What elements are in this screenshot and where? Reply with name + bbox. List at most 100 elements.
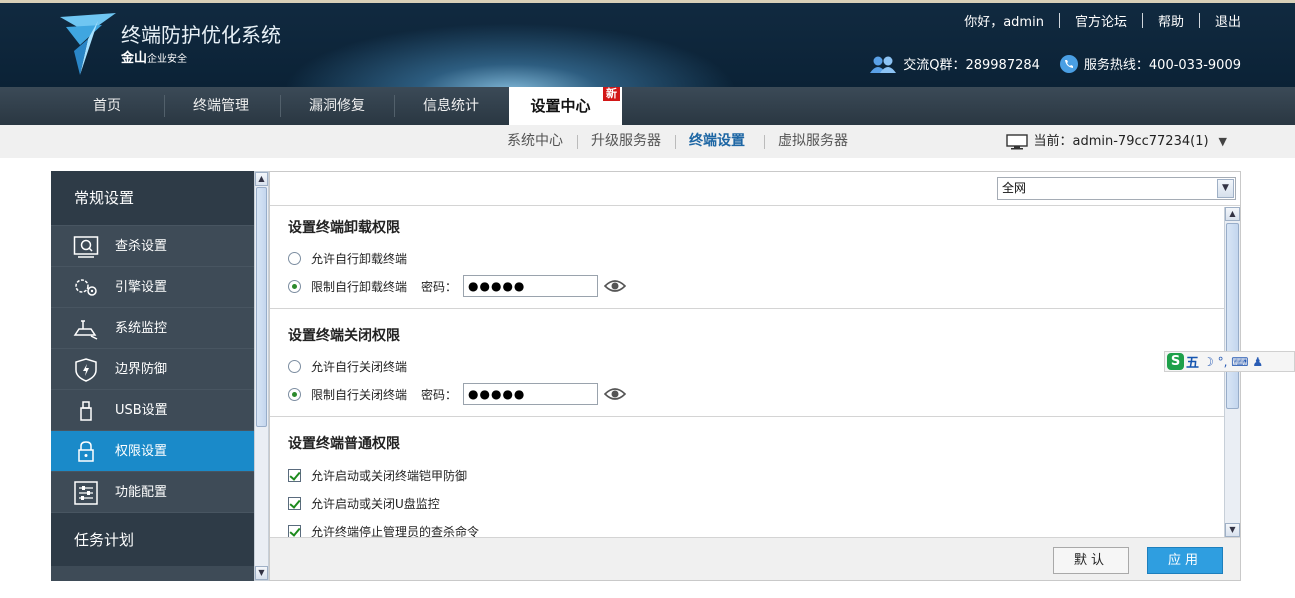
scroll-thumb[interactable]: [256, 187, 267, 427]
restrict-shutdown-option[interactable]: 限制自行关闭终端 密码： ●●●●●: [288, 383, 627, 405]
sliders-icon: [74, 481, 98, 505]
lock-icon: [78, 441, 94, 462]
uninstall-permission-section: 设置终端卸载权限 允许自行卸载终端 限制自行卸载终端 密码： ●●●●●: [270, 207, 1224, 309]
sidebar-item-boundary-defense[interactable]: 边界防御: [51, 348, 254, 389]
sidebar-item-engine[interactable]: 引擎设置: [51, 266, 254, 307]
main-nav: 首页 终端管理 漏洞修复 信息统计 设置中心 新: [0, 87, 1295, 125]
shutdown-permission-section: 设置终端关闭权限 允许自行关闭终端 限制自行关闭终端 密码： ●●●●●: [270, 309, 1224, 417]
sidebar-item-label: 引擎设置: [115, 280, 168, 295]
divider: [764, 135, 765, 149]
ime-toolbar[interactable]: S 五 ☽ °, ⌨ ♟: [1164, 351, 1295, 372]
ime-mode[interactable]: 五: [1186, 352, 1199, 371]
settings-content: 全网 ▼ 设置终端卸载权限 允许自行卸载终端 限制自行卸载终端 密码： ●●●●…: [269, 171, 1241, 581]
engine-icon: [75, 279, 97, 296]
hotline: 服务热线：400-033-9009: [1083, 58, 1241, 73]
sidebar-item-system-monitor[interactable]: 系统监控: [51, 307, 254, 348]
divider: [394, 95, 395, 117]
scroll-thumb[interactable]: [1226, 223, 1239, 409]
sidebar-group-general[interactable]: 常规设置: [51, 171, 254, 225]
scan-icon: [73, 236, 99, 258]
checkbox[interactable]: [288, 496, 301, 510]
allow-uninstall-radio[interactable]: [288, 251, 301, 265]
help-link[interactable]: 帮助: [1158, 11, 1184, 30]
app-header: 终端防护优化系统 金山企业安全 你好，admin 官方论坛 帮助 退出 交流Q群…: [0, 0, 1295, 87]
restrict-shutdown-radio[interactable]: [288, 387, 301, 401]
qq-group: 交流Q群：289987284: [903, 58, 1040, 73]
general-option[interactable]: 允许启动或关闭终端铠甲防御: [288, 465, 467, 485]
password-label: 密码：: [421, 387, 458, 402]
sidebar-item-label: 边界防御: [115, 362, 168, 377]
sidebar-group-tasks[interactable]: 任务计划: [51, 512, 254, 566]
scope-value: 全网: [1002, 181, 1027, 195]
checkbox[interactable]: [288, 468, 301, 482]
tab-statistics[interactable]: 信息统计: [396, 87, 506, 125]
default-button[interactable]: 默认: [1053, 547, 1129, 574]
option-label: 限制自行卸载终端: [311, 279, 408, 294]
allow-uninstall-option[interactable]: 允许自行卸载终端: [288, 248, 407, 268]
sidebar-item-label: 功能配置: [115, 485, 168, 500]
divider: [675, 135, 676, 149]
sogou-icon[interactable]: S: [1167, 353, 1184, 370]
option-label: 允许启动或关闭U盘监控: [311, 496, 440, 511]
scroll-up-icon[interactable]: ▲: [255, 172, 268, 186]
brand-suffix: 企业安全: [147, 54, 188, 65]
sidebar-item-label: 权限设置: [115, 444, 168, 459]
option-label: 允许自行卸载终端: [311, 251, 408, 266]
divider: [577, 135, 578, 149]
eye-icon[interactable]: [604, 278, 627, 294]
scroll-down-icon[interactable]: ▼: [255, 566, 268, 580]
sidebar-scrollbar[interactable]: ▲ ▼: [254, 171, 269, 581]
usb-icon: [80, 401, 92, 421]
restrict-uninstall-option[interactable]: 限制自行卸载终端 密码： ●●●●●: [288, 275, 627, 297]
sidebar: 常规设置 查杀设置 引擎设置 系统监控 边界防御 USB设置 权限设置 功能配置…: [51, 171, 254, 581]
scope-select[interactable]: 全网 ▼: [997, 177, 1236, 200]
option-label: 允许启动或关闭终端铠甲防御: [311, 468, 468, 483]
uninstall-password-field[interactable]: ●●●●●: [463, 275, 599, 297]
divider: [1198, 13, 1200, 28]
sidebar-item-scan[interactable]: 查杀设置: [51, 225, 254, 266]
forum-link[interactable]: 官方论坛: [1075, 11, 1127, 30]
shield-icon: [75, 358, 97, 382]
allow-shutdown-radio[interactable]: [288, 359, 301, 373]
eye-icon[interactable]: [604, 386, 627, 402]
tab-home[interactable]: 首页: [52, 87, 162, 125]
subtab-upgrade-server[interactable]: 升级服务器: [591, 125, 661, 158]
restrict-uninstall-radio[interactable]: [288, 279, 301, 293]
phone-icon: [1059, 54, 1078, 73]
sidebar-item-permissions[interactable]: 权限设置: [51, 430, 254, 471]
subtab-system-center[interactable]: 系统中心: [507, 125, 563, 158]
scroll-up-icon[interactable]: ▲: [1225, 207, 1240, 221]
sidebar-item-label: 系统监控: [115, 321, 168, 336]
current-group-selector[interactable]: 当前：admin-79cc77234(1) ▼: [1005, 125, 1227, 158]
sidebar-item-usb[interactable]: USB设置: [51, 389, 254, 430]
tab-vulnerability-fix[interactable]: 漏洞修复: [282, 87, 392, 125]
current-label: 当前：admin-79cc77234(1): [1033, 134, 1209, 149]
sidebar-item-feature-config[interactable]: 功能配置: [51, 471, 254, 512]
option-label: 允许终端停止管理员的查杀命令: [311, 524, 480, 538]
general-option[interactable]: 允许终端停止管理员的查杀命令: [288, 521, 479, 537]
sidebar-item-label: 查杀设置: [115, 239, 168, 254]
contact-info: 交流Q群：289987284 服务热线：400-033-9009: [869, 54, 1241, 73]
chevron-down-icon[interactable]: ▼: [1217, 179, 1234, 198]
kingsoft-logo-icon: [60, 13, 116, 75]
chevron-down-icon[interactable]: ▼: [1219, 125, 1227, 158]
action-bar: 默认 应用: [270, 537, 1240, 580]
users-icon: [870, 56, 897, 73]
logout-link[interactable]: 退出: [1215, 11, 1241, 30]
apply-button[interactable]: 应用: [1147, 547, 1223, 574]
app-title: 终端防护优化系统: [121, 23, 281, 47]
tab-settings-label: 设置中心: [530, 97, 591, 115]
panel-scrollbar[interactable]: ▲ ▼: [1224, 207, 1240, 537]
section-title: 设置终端卸载权限: [288, 220, 400, 236]
subtab-terminal-settings[interactable]: 终端设置: [689, 125, 745, 158]
allow-shutdown-option[interactable]: 允许自行关闭终端: [288, 356, 407, 376]
tab-terminal-management[interactable]: 终端管理: [166, 87, 276, 125]
tab-settings-center[interactable]: 设置中心 新: [509, 87, 622, 125]
checkbox[interactable]: [288, 524, 301, 537]
general-option[interactable]: 允许启动或关闭U盘监控: [288, 493, 440, 513]
sub-nav: 系统中心 升级服务器 终端设置 虚拟服务器 当前：admin-79cc77234…: [0, 125, 1295, 158]
ime-symbols[interactable]: ☽ °, ⌨ ♟: [1203, 355, 1263, 369]
subtab-virtual-server[interactable]: 虚拟服务器: [778, 125, 848, 158]
shutdown-password-field[interactable]: ●●●●●: [463, 383, 599, 405]
scroll-down-icon[interactable]: ▼: [1225, 523, 1240, 537]
